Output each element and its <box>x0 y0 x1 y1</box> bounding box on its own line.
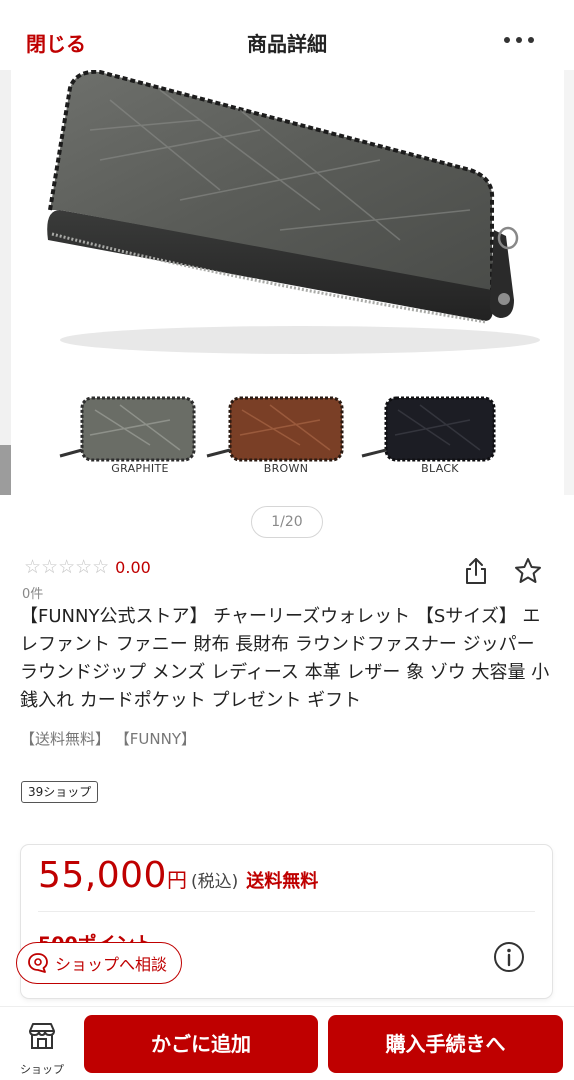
price-yen: 円 <box>166 868 187 892</box>
variant-label-brown: BROWN <box>263 462 309 475</box>
info-icon[interactable] <box>493 941 525 973</box>
rating-score: 0.00 <box>115 557 151 577</box>
price-value: 55,000 <box>38 855 167 896</box>
review-count[interactable]: 0件 <box>22 583 43 602</box>
page-title: 商品詳細 <box>247 32 327 56</box>
variant-graphite-image <box>59 396 196 462</box>
product-main-image <box>47 70 540 354</box>
share-icon[interactable] <box>462 556 490 586</box>
shop-inquiry-button[interactable]: ショップへ相談 <box>16 942 182 984</box>
color-variants-image <box>59 396 496 462</box>
shop-tab[interactable]: ショップ <box>14 1017 70 1076</box>
free-shipping-label: 送料無料 <box>246 871 319 892</box>
variant-label-graphite: GRAPHITE <box>111 462 169 475</box>
favorite-star-icon[interactable] <box>513 556 543 586</box>
shop-tab-label: ショップ <box>20 1063 64 1076</box>
rating[interactable]: ☆☆☆☆☆ 0.00 <box>24 556 151 578</box>
shop-store-icon <box>29 1023 55 1049</box>
shop-inquiry-label: ショップへ相談 <box>55 955 168 974</box>
add-to-cart-button[interactable]: かごに追加 <box>84 1015 318 1073</box>
rating-stars: ☆☆☆☆☆ <box>24 556 110 578</box>
divider <box>38 911 535 912</box>
checkout-button[interactable]: 購入手続きへ <box>328 1015 563 1073</box>
variant-black-image <box>361 396 496 462</box>
product-title: 【FUNNY公式ストア】 チャーリーズウォレット 【Sサイズ】 エレファント フ… <box>20 606 550 711</box>
header: 閉じる 商品詳細 <box>0 0 574 70</box>
product-tags: 【送料無料】 【FUNNY】 <box>20 730 196 748</box>
price-tax: (税込) <box>190 872 239 892</box>
variant-label-black: BLACK <box>421 462 459 475</box>
variant-brown-image <box>206 396 344 462</box>
bottom-action-bar: ショップ かごに追加 購入手続きへ <box>0 1006 574 1080</box>
more-options-icon[interactable] <box>504 30 534 50</box>
price-row: 55,000 円 (税込) 送料無料 <box>38 855 318 896</box>
image-counter: 1/20 <box>251 506 323 538</box>
shop-badge: 39ショップ <box>21 781 99 803</box>
product-image-gallery[interactable]: GRAPHITE BROWN BLACK 1/20 <box>0 70 574 540</box>
chat-bubble-icon <box>28 953 48 973</box>
